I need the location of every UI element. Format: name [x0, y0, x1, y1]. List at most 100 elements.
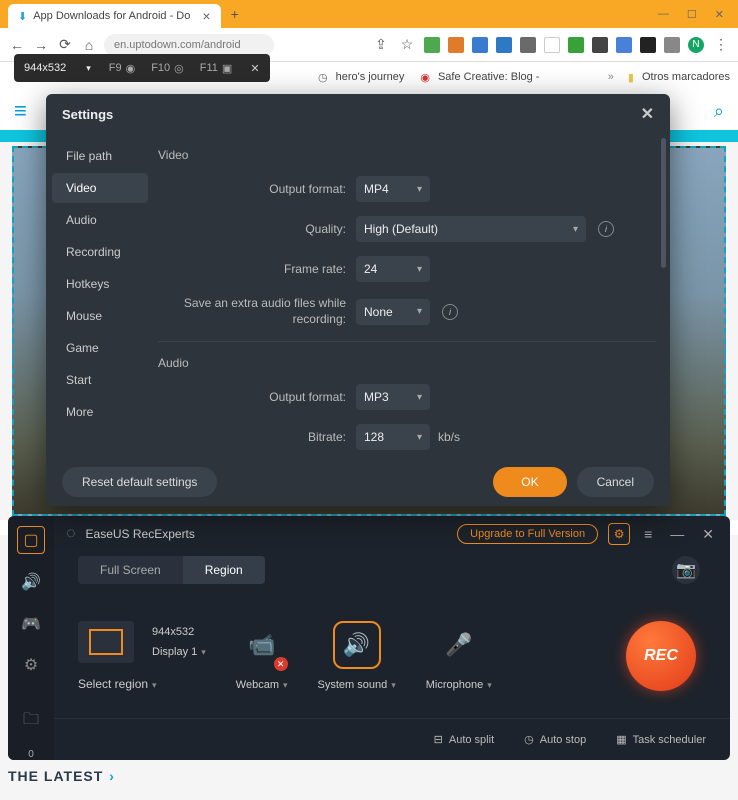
recorder-menu-icon[interactable]: ≡ — [640, 526, 656, 542]
dropdown-frame-rate[interactable]: 24▾ — [356, 256, 430, 282]
rail-screen-icon[interactable]: ▢ — [17, 526, 45, 554]
recorder-title-bar: ◌ EaseUS RecExperts Upgrade to Full Vers… — [54, 516, 730, 552]
tab-title: App Downloads for Android - Do — [33, 10, 190, 22]
rail-audio-icon[interactable]: 🔊 — [17, 568, 45, 596]
microphone-icon[interactable]: 🎤 — [435, 621, 483, 669]
auto-stop-button[interactable]: ◷Auto stop — [524, 733, 586, 746]
maximize-icon[interactable]: ☐ — [687, 8, 697, 21]
share-icon[interactable]: ⇪ — [372, 36, 390, 54]
bookmark-overflow-icon[interactable]: » — [608, 71, 614, 83]
task-scheduler-button[interactable]: ▦Task scheduler — [616, 733, 706, 746]
ext-icon[interactable] — [544, 37, 560, 53]
search-icon[interactable]: ⌕ — [714, 101, 724, 122]
split-icon: ⊟ — [434, 733, 443, 746]
recorder-minimize-icon[interactable]: — — [666, 526, 688, 542]
home-icon[interactable]: ⌂ — [80, 36, 98, 54]
ext-icon[interactable] — [424, 37, 440, 53]
webcam-dropdown[interactable]: Webcam▾ — [236, 679, 288, 691]
webcam-icon[interactable]: 📹✕ — [238, 621, 286, 669]
record-button[interactable]: REC — [626, 621, 696, 691]
dropdown-quality[interactable]: High (Default)▾ — [356, 216, 586, 242]
label-extra-audio: Save an extra audio files while recordin… — [158, 296, 356, 327]
dev-f9[interactable]: F9◉ — [101, 62, 143, 75]
region-thumbnail[interactable] — [78, 621, 134, 663]
dev-close-icon[interactable]: ✕ — [240, 62, 269, 75]
section-divider — [158, 341, 656, 342]
close-window-icon[interactable]: ✕ — [715, 8, 724, 21]
select-region-dropdown[interactable]: Select region▾ — [78, 677, 157, 691]
info-icon[interactable]: i — [442, 304, 458, 320]
info-icon[interactable]: i — [598, 221, 614, 237]
settings-content: Video Output format: MP4▾ Quality: High … — [154, 134, 670, 458]
forward-icon[interactable]: → — [32, 36, 50, 54]
bookmark-safe[interactable]: Safe Creative: Blog - — [438, 71, 540, 83]
mic-dropdown[interactable]: Microphone▾ — [426, 679, 492, 691]
reset-button[interactable]: Reset default settings — [62, 467, 217, 497]
reload-icon[interactable]: ⟳ — [56, 36, 74, 54]
address-bar[interactable]: en.uptodown.com/android — [104, 34, 274, 56]
new-tab-button[interactable]: + — [231, 6, 239, 22]
hamburger-icon[interactable]: ≡ — [14, 98, 27, 124]
settings-title: Settings — [62, 107, 113, 122]
sidebar-item-recording[interactable]: Recording — [52, 237, 148, 267]
sound-dropdown[interactable]: System sound▾ — [318, 679, 396, 691]
sidebar-item-video[interactable]: Video — [52, 173, 148, 203]
sidebar-item-file-path[interactable]: File path — [52, 141, 148, 171]
star-icon[interactable]: ☆ — [398, 36, 416, 54]
rail-file-count: 0 — [28, 749, 34, 760]
sidebar-item-hotkeys[interactable]: Hotkeys — [52, 269, 148, 299]
bookmark-otros[interactable]: Otros marcadores — [642, 71, 730, 83]
ext-icon[interactable] — [520, 37, 536, 53]
recorder-settings-icon[interactable]: ⚙ — [608, 523, 630, 545]
sidebar-item-game[interactable]: Game — [52, 333, 148, 363]
ext-icon[interactable] — [592, 37, 608, 53]
tab-favicon-icon: ⬇ — [18, 10, 27, 23]
back-icon[interactable]: ← — [8, 36, 26, 54]
ext-icon[interactable] — [568, 37, 584, 53]
auto-split-button[interactable]: ⊟Auto split — [434, 733, 494, 746]
rail-game-icon[interactable]: 🎮 — [17, 610, 45, 638]
ext-icon[interactable] — [448, 37, 464, 53]
ext-icon[interactable] — [496, 37, 512, 53]
dev-f10[interactable]: F10◎ — [143, 62, 192, 75]
sidebar-item-start[interactable]: Start — [52, 365, 148, 395]
settings-close-icon[interactable]: ✕ — [641, 104, 654, 124]
scrollbar[interactable] — [661, 138, 666, 268]
recorder-logo-icon: ◌ — [66, 525, 76, 543]
profile-avatar[interactable]: N — [688, 37, 704, 53]
dev-size-selector[interactable]: 944x532▾ — [14, 62, 101, 74]
menu-dots-icon[interactable]: ⋮ — [712, 36, 730, 54]
bookmark-hero[interactable]: hero's journey — [336, 71, 405, 83]
rail-files-icon[interactable]: 🗀 — [17, 707, 45, 735]
dropdown-video-format[interactable]: MP4▾ — [356, 176, 430, 202]
ok-button[interactable]: OK — [493, 467, 566, 497]
sidebar-item-audio[interactable]: Audio — [52, 205, 148, 235]
minimize-icon[interactable]: — — [658, 8, 669, 21]
system-sound-icon[interactable]: 🔊 — [333, 621, 381, 669]
settings-modal: Settings ✕ File path Video Audio Recordi… — [46, 94, 670, 506]
ext-icon[interactable] — [664, 37, 680, 53]
dropdown-bitrate[interactable]: 128▾ — [356, 424, 430, 450]
tab-region[interactable]: Region — [183, 556, 265, 584]
globe-icon: ◷ — [318, 71, 328, 84]
region-resolution: 944x532 — [152, 626, 206, 638]
dev-f11[interactable]: F11▣ — [192, 62, 241, 75]
recorder-close-icon[interactable]: ✕ — [698, 526, 718, 543]
settings-title-bar: Settings ✕ — [46, 94, 670, 134]
dropdown-extra-audio[interactable]: None▾ — [356, 299, 430, 325]
screenshot-icon[interactable]: 📷 — [672, 556, 700, 584]
ext-icon[interactable] — [472, 37, 488, 53]
sidebar-item-mouse[interactable]: Mouse — [52, 301, 148, 331]
browser-tab[interactable]: ⬇ App Downloads for Android - Do × — [8, 4, 221, 28]
latest-heading: THE LATEST› — [8, 768, 115, 784]
dropdown-audio-format[interactable]: MP3▾ — [356, 384, 430, 410]
tab-full-screen[interactable]: Full Screen — [78, 556, 183, 584]
upgrade-button[interactable]: Upgrade to Full Version — [457, 524, 598, 544]
tab-close-icon[interactable]: × — [202, 8, 210, 24]
cancel-button[interactable]: Cancel — [577, 467, 654, 497]
puzzle-icon[interactable] — [640, 37, 656, 53]
sidebar-item-more[interactable]: More — [52, 397, 148, 427]
rail-settings-icon[interactable]: ⚙ — [17, 651, 45, 679]
ext-icon[interactable] — [616, 37, 632, 53]
display-selector[interactable]: Display 1▾ — [152, 646, 206, 658]
